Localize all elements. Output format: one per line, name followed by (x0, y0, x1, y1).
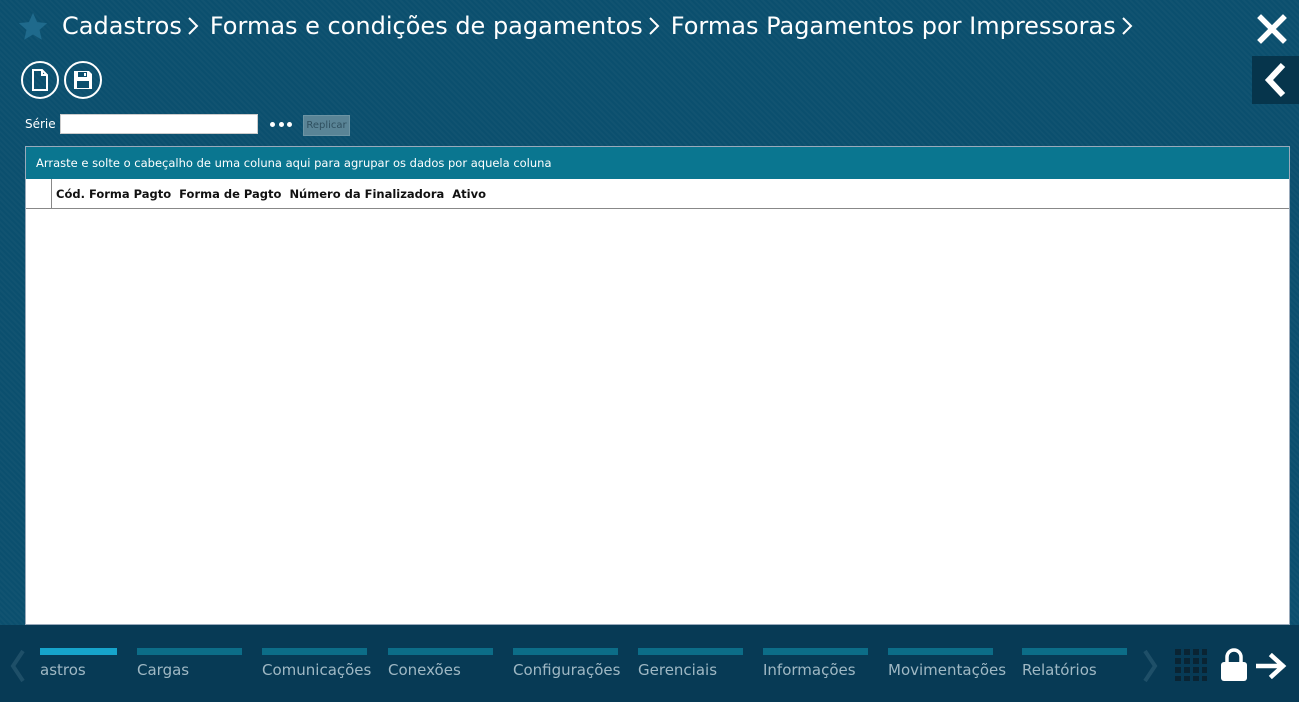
menu-item-indicator (513, 648, 618, 655)
floppy-disk-icon (74, 71, 92, 89)
menu-item-cargas[interactable]: Cargas (137, 648, 242, 688)
new-button[interactable] (21, 61, 59, 99)
menu-item-label: Comunicações (262, 661, 372, 679)
chevron-left-icon (1264, 62, 1285, 98)
dot (270, 121, 275, 127)
column-header-numero-finalizadora[interactable]: Número da Finalizadora (289, 187, 444, 201)
data-grid[interactable]: Arraste e solte o cabeçalho de uma colun… (25, 146, 1290, 625)
menu-item-label: Conexões (388, 661, 461, 679)
dot (287, 121, 292, 127)
breadcrumb-item-formas-impressoras[interactable]: Formas Pagamentos por Impressoras (671, 12, 1144, 40)
breadcrumb-item-cadastros[interactable]: Cadastros (62, 12, 210, 40)
menu-item-label: Cargas (137, 661, 190, 679)
collapse-panel-button[interactable] (1252, 56, 1299, 104)
menu-item-indicator (262, 648, 367, 655)
replicar-button[interactable]: Replicar (303, 115, 350, 136)
scroll-left-icon[interactable] (8, 648, 28, 684)
menu-item-comunicacoes[interactable]: Comunicações (262, 648, 371, 688)
serie-lookup-button[interactable] (270, 117, 292, 131)
menu-item-label: astros (40, 661, 86, 679)
chevron-right-icon (188, 17, 199, 35)
apps-grid-icon[interactable] (1175, 649, 1207, 681)
menu-item-configuracoes[interactable]: Configurações (513, 648, 620, 688)
menu-item-label: Informações (763, 661, 856, 679)
logout-arrow-icon[interactable] (1256, 653, 1288, 679)
dot (278, 121, 284, 127)
menu-item-indicator (388, 648, 493, 655)
menu-item-indicator (137, 648, 242, 655)
favorite-star-icon[interactable] (16, 10, 50, 44)
scroll-right-icon[interactable] (1140, 648, 1160, 684)
menu-item-label: Gerenciais (638, 661, 718, 679)
menu-item-gerenciais[interactable]: Gerenciais (638, 648, 743, 688)
serie-label: Série (25, 117, 56, 131)
serie-input[interactable] (60, 114, 258, 134)
save-button[interactable] (64, 61, 102, 99)
menu-item-movimentacoes[interactable]: Movimentações (888, 648, 1006, 688)
column-header-ativo[interactable]: Ativo (452, 187, 486, 201)
menu-item-indicator (888, 648, 993, 655)
menu-item-indicator (638, 648, 743, 655)
new-document-icon (32, 69, 48, 91)
breadcrumb-label: Formas e condições de pagamentos (209, 12, 643, 40)
menu-item-indicator (1022, 648, 1127, 655)
breadcrumb-label: Cadastros (62, 12, 182, 40)
grid-header: Cód. Forma Pagto Forma de Pagto Número d… (26, 179, 1289, 209)
chevron-right-icon (649, 17, 660, 35)
group-panel[interactable]: Arraste e solte o cabeçalho de uma colun… (26, 147, 1289, 179)
menu-item-relatorios[interactable]: Relatórios (1022, 648, 1127, 688)
lock-icon[interactable] (1220, 648, 1248, 682)
breadcrumb-label: Formas Pagamentos por Impressoras (670, 12, 1116, 40)
group-panel-hint: Arraste e solte o cabeçalho de uma colun… (36, 156, 552, 170)
column-header-forma-de-pagto[interactable]: Forma de Pagto (179, 187, 281, 201)
menu-item-label: Movimentações (888, 661, 1007, 679)
close-icon[interactable] (1256, 13, 1288, 45)
row-indicator-column (26, 179, 52, 208)
breadcrumb-item-formas-condicoes[interactable]: Formas e condições de pagamentos (210, 12, 671, 40)
menu-item-conexoes[interactable]: Conexões (388, 648, 493, 688)
menu-item-cadastros[interactable]: astros (40, 648, 117, 688)
column-header-cod-forma-pagto[interactable]: Cód. Forma Pagto (56, 187, 171, 201)
menu-item-indicator (763, 648, 868, 655)
menu-item-label: Relatórios (1022, 661, 1097, 679)
menu-item-label: Configurações (513, 661, 621, 679)
menu-item-informacoes[interactable]: Informações (763, 648, 868, 688)
menu-item-indicator (40, 648, 117, 655)
breadcrumb: Cadastros Formas e condições de pagament… (62, 9, 1144, 43)
chevron-right-icon (1121, 17, 1133, 35)
